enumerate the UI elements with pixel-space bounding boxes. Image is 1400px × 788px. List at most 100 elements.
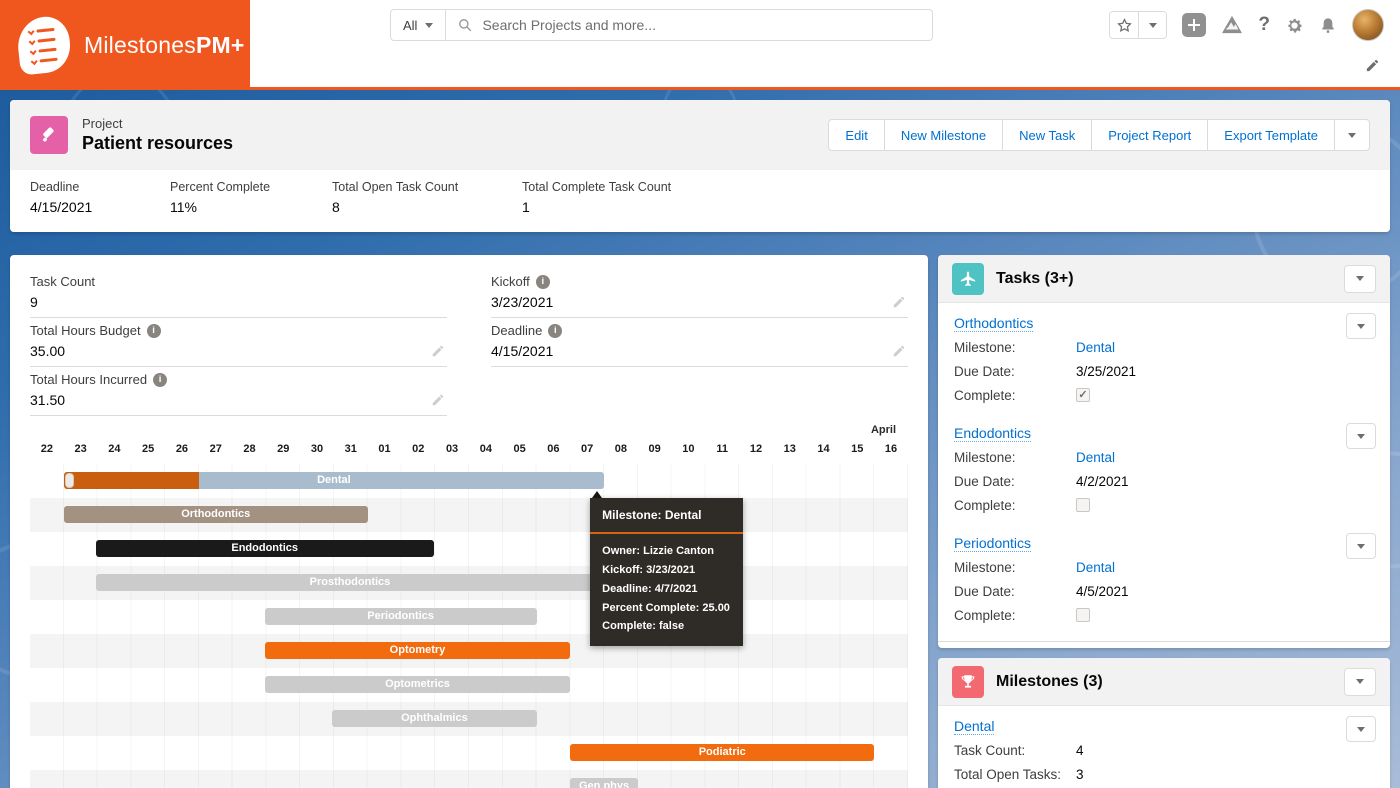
gantt-bar-ophthalmics[interactable]: Ophthalmics [332,710,537,727]
search-scope-label: All [403,17,418,33]
tooltip-divider [590,532,744,534]
task-milestone-link[interactable]: Dental [1076,448,1115,467]
field-label-text: Deadline [491,323,543,338]
task-milestone-row: Milestone: Dental [954,338,1374,357]
gantt-row: Endodontics [30,532,908,566]
field-label: Total Open Task Count [332,180,459,194]
field-value: 3/23/2021 [491,294,554,310]
gantt-bar-podiatric[interactable]: Podiatric [570,744,875,761]
task-item-menu-button[interactable] [1346,533,1376,559]
gantt-row: Gen phys [30,770,908,788]
task-due-date-row: Due Date: 4/2/2021 [954,472,1374,491]
page-title: Patient resources [82,133,234,153]
milestones-logo-icon [15,14,73,76]
gantt-row: Dental [30,464,908,498]
info-icon[interactable]: i [548,323,563,338]
new-milestone-button[interactable]: New Milestone [883,119,1004,151]
info-icon[interactable]: i [153,372,168,387]
milestones-panel-menu-button[interactable] [1344,667,1376,696]
task-item-menu-button[interactable] [1346,313,1376,339]
setup-gear-button[interactable] [1285,16,1304,35]
task-milestone-link[interactable]: Dental [1076,558,1115,577]
gantt-bar-optometry[interactable]: Optometry [264,642,571,659]
gantt-bar-orthodontics[interactable]: Orthodontics [63,506,368,523]
gantt-bar-dental[interactable]: Dental [63,472,605,489]
gantt-day-tick: 05 [513,443,526,455]
app-name: MilestonesPM+ [84,31,245,58]
field-value: 31.50 [30,392,66,408]
app-logo[interactable]: MilestonesPM+ [0,0,250,90]
edit-pencil-icon[interactable] [892,295,906,309]
chevron-down-icon [1357,726,1365,732]
highlight-field-total-open-task-count: Total Open Task Count 8 [332,180,522,232]
user-avatar[interactable] [1352,9,1384,41]
gantt-bar-periodontics[interactable]: Periodontics [264,608,537,625]
gantt-day-tick: 07 [581,443,594,455]
gantt-row: Ophthalmics [30,702,908,736]
project-detail-card: Task Count 9 Total Hours Budget i 35.00 Total… [10,255,928,788]
detail-field-task-count: Task Count 9 [30,269,447,318]
tooltip-title: Milestone: Dental [602,508,702,522]
milestone-name-link[interactable]: Dental [954,718,995,735]
help-button[interactable]: ? [1258,14,1270,36]
field-label-text: Total Hours Incurred [30,372,148,387]
task-complete-checkbox[interactable] [1076,498,1090,512]
edit-navigation-pencil-icon[interactable] [1365,58,1380,73]
chevron-down-icon [1357,323,1365,329]
search-scope-selector[interactable]: All [391,10,447,40]
tasks-view-all-link[interactable]: View All [938,641,1390,648]
info-icon[interactable]: i [535,274,550,289]
edit-pencil-icon[interactable] [431,393,445,407]
notifications-bell-button[interactable] [1319,16,1337,35]
tasks-panel: Tasks (3+) Orthodontics Milestone: Dental D… [938,255,1390,648]
edit-button[interactable]: Edit [828,119,885,151]
gantt-bar-prosthodontics[interactable]: Prosthodontics [95,574,605,591]
edit-pencil-icon[interactable] [431,344,445,358]
trailhead-button[interactable] [1221,15,1243,35]
milestone-item-menu-button[interactable] [1346,716,1376,742]
new-task-button[interactable]: New Task [1002,119,1093,151]
gantt-bar-label: Ophthalmics [401,712,468,724]
gantt-row: Orthodontics [30,498,908,532]
gantt-bar-label: Podiatric [698,746,746,758]
field-label: Total Hours Incurred i [30,372,447,387]
project-report-button[interactable]: Project Report [1091,119,1209,151]
gantt-bar-optometrics[interactable]: Optometrics [264,676,571,693]
favorites-control [1109,11,1168,39]
more-actions-button[interactable] [1334,119,1370,151]
field-label: Total Complete Task Count [522,180,672,194]
field-value: 8 [332,199,340,215]
gantt-day-tick: 04 [479,443,492,455]
gantt-chart: April 22 23 24 25 26 27 28 29 30 31 01 02 03 04 05 06 07… [30,424,908,788]
gantt-day-tick: 08 [614,443,628,455]
gantt-bar-gen-phys[interactable]: Gen phys [570,778,638,788]
gantt-day-axis: 22 23 24 25 26 27 28 29 30 31 01 02 03 04 05 06 07 08 09 10… [30,443,908,461]
field-label: Deadline [30,180,80,194]
search-input[interactable] [482,17,920,33]
tasks-panel-menu-button[interactable] [1344,264,1376,293]
favorites-dropdown-button[interactable] [1138,12,1167,38]
quick-add-button[interactable] [1182,13,1207,37]
gantt-day-tick: 30 [310,443,324,455]
info-icon[interactable]: i [146,323,161,338]
field-label: Milestone: [954,560,1016,575]
gantt-bar-label: Dental [317,474,351,486]
task-due-date-row: Due Date: 3/25/2021 [954,362,1374,381]
tooltip-line: Percent Complete: 25.00 [602,601,730,614]
task-complete-checkbox[interactable]: ✓ [1076,388,1090,402]
task-name-link[interactable]: Endodontics [954,425,1032,442]
gantt-day-tick: 27 [209,443,222,455]
export-template-button[interactable]: Export Template [1207,119,1335,151]
task-name-link[interactable]: Periodontics [954,535,1032,552]
task-milestone-link[interactable]: Dental [1076,338,1115,357]
edit-pencil-icon[interactable] [892,344,906,358]
task-complete-checkbox[interactable] [1076,608,1090,622]
task-item-menu-button[interactable] [1346,423,1376,449]
field-label: Complete: [954,608,1016,623]
favorite-star-button[interactable] [1110,12,1139,38]
task-name-link[interactable]: Orthodontics [954,315,1034,332]
brand-divider [0,87,1400,90]
chevron-down-icon [1348,132,1356,138]
highlight-fields: Deadline 4/15/2021 Percent Complete 11% Tota… [10,170,1390,232]
gantt-bar-endodontics[interactable]: Endodontics [95,540,434,557]
